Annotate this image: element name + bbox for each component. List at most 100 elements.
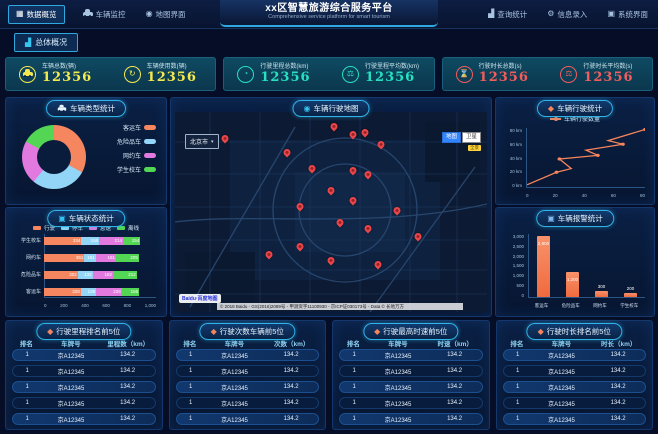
hbar-segment[interactable]: 158 xyxy=(81,236,100,245)
stat-icon xyxy=(19,65,36,83)
hbar-row: 网约车 361 101 181 205 xyxy=(14,253,156,262)
table-cell: 1 xyxy=(25,384,29,390)
diamond-icon: ◆ xyxy=(374,326,381,336)
table-cell: 134.2 xyxy=(283,368,299,374)
baidu-logo: Baidu·百度地图 xyxy=(179,294,221,303)
hbar-segment[interactable]: 132 xyxy=(77,270,93,279)
legend-item[interactable]: 客运车 xyxy=(117,123,156,132)
nav-item-right-0[interactable]: ▟ 查询统计 xyxy=(486,6,529,23)
table-row: 1 京A12345 134.2 xyxy=(12,365,156,377)
hbar-segment[interactable]: 101 xyxy=(84,253,96,262)
hbar-segment[interactable]: 181 xyxy=(95,253,116,262)
legend-item[interactable]: 网约车 xyxy=(117,151,156,160)
legend-swatch xyxy=(144,153,156,158)
table-panel-2: ◆ 行驶最高时速前5位 排名 车牌号 时速（km） 1 京A12345 134.2 1 京A123… xyxy=(332,320,490,430)
bar-category-label: 网约车 xyxy=(593,303,607,308)
tick-label: 2,500 xyxy=(512,243,524,249)
nav-item-left-0[interactable]: ▦ 数据概览 xyxy=(8,4,65,24)
hbar-segment[interactable]: 214 xyxy=(99,236,124,245)
tick-label: 3,000 xyxy=(512,234,524,239)
nav-item-right-1[interactable]: ⚙ 信息录入 xyxy=(545,6,589,23)
tick-label: 40 km xyxy=(509,155,522,161)
stat-card: ⚖ 行驶里程平均数(km) 12356 xyxy=(329,58,434,90)
donut-chart[interactable] xyxy=(22,125,86,189)
panel-title-pill: 车辆类型统计 xyxy=(46,100,126,117)
data-point[interactable] xyxy=(621,142,625,146)
bar-value-label: 300 xyxy=(597,283,606,289)
hbar-segment[interactable]: 138 xyxy=(80,287,97,296)
table-cell: 134.2 xyxy=(283,400,299,406)
table-row: 1 京A12345 134.2 xyxy=(339,381,483,393)
panel-title: 车辆行驶统计 xyxy=(557,104,603,113)
panorama-button[interactable]: 全景 xyxy=(468,144,481,151)
hbar-segment[interactable]: 212 xyxy=(112,270,137,279)
bar-value-label: 1,200 xyxy=(566,276,579,282)
bell-icon: ▣ xyxy=(547,213,555,223)
city-selector[interactable]: 北京市 ▾ xyxy=(185,134,219,149)
tick-label: 1,000 xyxy=(512,273,524,279)
tick-label: 20 km xyxy=(509,169,522,175)
nav-item-left-1[interactable]: 车辆监控 xyxy=(81,6,128,23)
panel-title-pill: ◆ 行驶次数车辆前5位 xyxy=(199,323,295,340)
stat-value: 12356 xyxy=(260,70,311,85)
topbar: ▦ 数据概览 车辆监控 ◉ 地图界面 xx区智慧旅游综合服务平台 Comprehensi… xyxy=(0,0,658,29)
hbar-segment[interactable]: 228 xyxy=(96,287,122,296)
panel-title: 车辆行驶地图 xyxy=(313,104,359,113)
bar[interactable] xyxy=(624,292,637,297)
data-point[interactable] xyxy=(595,153,600,157)
screen: ▦ 数据概览 车辆监控 ◉ 地图界面 xx区智慧旅游综合服务平台 Comprehensi… xyxy=(0,0,658,434)
scale-icon: ⚖ xyxy=(346,69,355,78)
hbar-segment[interactable]: 182 xyxy=(92,270,113,279)
map-type-controls: 地图 卫星 全景 xyxy=(435,132,481,151)
hbar-segment[interactable]: 154 xyxy=(123,236,141,245)
hbar-segment[interactable]: 205 xyxy=(115,253,139,262)
bar[interactable] xyxy=(566,271,579,297)
hbar-segment[interactable]: 156 xyxy=(121,287,140,296)
map-type-satellite-button[interactable]: 卫星 xyxy=(461,132,481,143)
table-row: 1 京A12345 134.2 xyxy=(12,413,156,425)
alarm-y-axis: 3,000 2,500 2,000 1,500 1,000 500 0 xyxy=(498,234,524,298)
map-canvas[interactable]: 北京市 ▾ 地图 卫星 全景 Baidu·百度地图 © 2018 Baidu -… xyxy=(175,112,487,312)
nav-item-right-2[interactable]: ▣ 系统界面 xyxy=(605,6,650,23)
panel-vehicle-type: 车辆类型统计 客运车危险品车网约车学生校车 xyxy=(5,97,167,205)
hbar-segment[interactable]: 328 xyxy=(44,287,81,296)
table-cell: 京A12345 xyxy=(57,401,85,408)
hbar-segment[interactable]: 302 xyxy=(44,270,78,279)
table-cell: 1 xyxy=(188,368,193,374)
status-x-axis-line xyxy=(44,297,156,298)
globe-icon: ◉ xyxy=(303,103,311,113)
data-point[interactable] xyxy=(557,157,562,161)
table-cell: 134.2 xyxy=(120,384,136,390)
diamond-icon: ◆ xyxy=(47,326,54,336)
tick-label: 500 xyxy=(516,283,524,289)
table-cell: 1 xyxy=(352,416,356,422)
line-series xyxy=(527,129,645,184)
hbar-row: 危险品车 302 132 182 212 xyxy=(14,270,156,279)
nav-item-label: 信息录入 xyxy=(557,9,588,19)
hbar-row: 客运车 328 138 228 156 xyxy=(14,287,156,296)
panel-title-pill: ◆ 行驶时长排名前5位 xyxy=(526,323,622,340)
table-panel-3: ◆ 行驶时长排名前5位 排名 车牌号 时长（km） 1 京A12345 134.2 1 京A123… xyxy=(495,320,653,430)
nav-item-left-2[interactable]: ◉ 地图界面 xyxy=(144,6,188,23)
tick-label: 2,000 xyxy=(512,253,524,259)
nav-item-label: 车辆监控 xyxy=(95,9,126,19)
map-type-map-button[interactable]: 地图 xyxy=(441,132,461,143)
hbar-segment[interactable]: 361 xyxy=(44,253,85,262)
alarm-x-axis: 客运车 危险品车 网约车 学生校车 xyxy=(528,303,645,309)
legend-item[interactable]: 学生校车 xyxy=(117,165,156,174)
legend-item[interactable]: 危险品车 xyxy=(117,137,156,146)
bar[interactable] xyxy=(595,290,608,297)
table-row: 1 京A12345 134.2 xyxy=(339,365,483,377)
subnav-tab[interactable]: ▟ 总体概况 xyxy=(14,33,79,52)
panel-vehicle-status: ▣ 车辆状态统计 行驶 停车 怠速 离线 学生校车 334 158 214 154 网约车 361… xyxy=(5,207,167,317)
data-point[interactable] xyxy=(554,170,559,174)
line-y-axis: 80 km 60 km 40 km 20 km 0 km xyxy=(500,128,522,188)
hbar-category: 网约车 xyxy=(25,255,41,261)
tick-label: 0 xyxy=(526,193,529,198)
chevron-down-icon: ▾ xyxy=(211,138,214,145)
table-cell: 京A12345 xyxy=(57,417,85,424)
hbar-track: 334 158 214 154 xyxy=(44,236,156,245)
bar-column: 1,200 xyxy=(565,234,581,297)
hbar-segment[interactable]: 334 xyxy=(44,236,82,245)
stat-card: ⌛ 行驶时长总数(s) 12356 xyxy=(443,58,548,90)
